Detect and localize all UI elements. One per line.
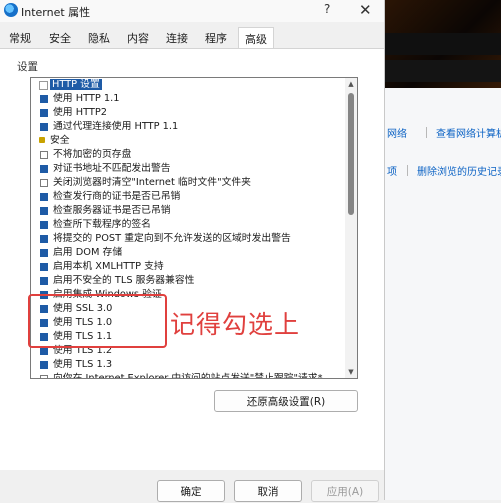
settings-option[interactable]: 启用不安全的 TLS 服务器兼容性: [31, 274, 343, 288]
option-checkbox[interactable]: [40, 277, 48, 285]
link-separator: [426, 127, 427, 138]
tab-advanced[interactable]: 高级: [238, 27, 274, 48]
option-label: 使用 TLS 1.3: [53, 359, 113, 370]
option-checkbox[interactable]: [40, 319, 48, 327]
option-checkbox[interactable]: [40, 221, 48, 229]
option-label: 使用 HTTP 1.1: [53, 93, 120, 104]
option-label: 将提交的 POST 重定向到不允许发送的区域时发出警告: [53, 233, 291, 244]
close-button[interactable]: ✕: [359, 1, 372, 19]
background-window-header: [385, 0, 501, 88]
cancel-button[interactable]: 取消: [234, 480, 302, 502]
help-button[interactable]: ?: [324, 2, 330, 16]
option-checkbox[interactable]: [40, 123, 48, 131]
option-checkbox[interactable]: [40, 179, 48, 187]
scroll-thumb[interactable]: [348, 93, 354, 215]
option-checkbox[interactable]: [40, 347, 48, 355]
option-checkbox[interactable]: [40, 151, 48, 159]
settings-option[interactable]: 使用 HTTP2: [31, 106, 343, 120]
tab-privacy[interactable]: 隐私: [88, 30, 110, 46]
tab-general[interactable]: 常规: [9, 30, 31, 46]
option-label: 启用本机 XMLHTTP 支持: [53, 261, 164, 272]
settings-option[interactable]: 将提交的 POST 重定向到不允许发送的区域时发出警告: [31, 232, 343, 246]
option-label: 启用 DOM 存储: [53, 247, 123, 258]
option-label: 向你在 Internet Explorer 中访问的站点发送"禁止跟踪"请求*: [53, 373, 323, 379]
settings-option[interactable]: 启用集成 Windows 验证: [31, 288, 343, 302]
bg-link-delete-history[interactable]: 删除浏览的历史记录: [417, 163, 501, 178]
tab-bar: 常规 安全 隐私 内容 连接 程序 高级: [0, 27, 384, 49]
scroll-up-arrow-icon[interactable]: ▲: [347, 80, 355, 88]
settings-option[interactable]: 关闭浏览器时清空"Internet 临时文件"文件夹: [31, 176, 343, 190]
tab-connections[interactable]: 连接: [166, 30, 188, 46]
option-label: 检查发行商的证书是否已吊销: [53, 191, 181, 202]
settings-category[interactable]: 安全: [31, 134, 343, 148]
settings-option[interactable]: 检查服务器证书是否已吊销: [31, 204, 343, 218]
ok-button[interactable]: 确定: [157, 480, 225, 502]
tab-content[interactable]: 内容: [127, 30, 149, 46]
option-label: 检查服务器证书是否已吊销: [53, 205, 171, 216]
settings-category[interactable]: HTTP 设置: [31, 78, 343, 92]
option-label: 启用不安全的 TLS 服务器兼容性: [53, 275, 195, 286]
background-window-body: [385, 88, 501, 500]
bg-link-network[interactable]: 网络: [387, 125, 407, 140]
settings-option[interactable]: 对证书地址不匹配发出警告: [31, 162, 343, 176]
settings-option[interactable]: 使用 TLS 1.2: [31, 344, 343, 358]
background-bar: [385, 60, 501, 82]
apply-button[interactable]: 应用(A): [311, 480, 379, 502]
option-checkbox[interactable]: [40, 333, 48, 341]
title-bar[interactable]: Internet 属性 ? ✕: [0, 0, 384, 22]
settings-option[interactable]: 不将加密的页存盘: [31, 148, 343, 162]
settings-option[interactable]: 启用 DOM 存储: [31, 246, 343, 260]
option-checkbox[interactable]: [40, 291, 48, 299]
bg-link-view-computers[interactable]: 查看网络计算机: [436, 125, 501, 140]
settings-option[interactable]: 启用本机 XMLHTTP 支持: [31, 260, 343, 274]
option-label: 使用 TLS 1.0: [53, 317, 113, 328]
background-bar: [385, 33, 501, 55]
option-label: 使用 TLS 1.1: [53, 331, 113, 342]
option-label: 对证书地址不匹配发出警告: [53, 163, 171, 174]
option-checkbox[interactable]: [40, 249, 48, 257]
link-separator: [407, 165, 408, 176]
option-label: 关闭浏览器时清空"Internet 临时文件"文件夹: [53, 177, 251, 188]
settings-option[interactable]: 向你在 Internet Explorer 中访问的站点发送"禁止跟踪"请求*: [31, 372, 343, 379]
dialog-footer: 确定 取消 应用(A): [0, 470, 384, 502]
page-icon: [39, 81, 48, 90]
internet-properties-dialog: Internet 属性 ? ✕ 常规 安全 隐私 内容 连接 程序 高级 设置 …: [0, 0, 385, 502]
internet-explorer-icon: [4, 3, 18, 17]
annotation-text: 记得勾选上: [170, 310, 301, 339]
vertical-scrollbar[interactable]: ▲ ▼: [345, 78, 357, 378]
option-checkbox[interactable]: [40, 263, 48, 271]
tab-programs[interactable]: 程序: [205, 30, 227, 46]
option-label: 安全: [50, 135, 70, 146]
option-checkbox[interactable]: [40, 165, 48, 173]
tab-security[interactable]: 安全: [49, 30, 71, 46]
settings-option[interactable]: 检查所下载程序的签名: [31, 218, 343, 232]
option-label: 使用 HTTP2: [53, 107, 108, 118]
option-label: 不将加密的页存盘: [53, 149, 132, 160]
settings-option[interactable]: 通过代理连接使用 HTTP 1.1: [31, 120, 343, 134]
settings-option[interactable]: 使用 TLS 1.3: [31, 358, 343, 372]
option-label: 使用 TLS 1.2: [53, 345, 113, 356]
window-title: Internet 属性: [21, 6, 91, 19]
option-checkbox[interactable]: [40, 207, 48, 215]
option-label: HTTP 设置: [50, 79, 102, 90]
option-checkbox[interactable]: [40, 109, 48, 117]
option-checkbox[interactable]: [40, 235, 48, 243]
option-label: 检查所下载程序的签名: [53, 219, 151, 230]
settings-option[interactable]: 检查发行商的证书是否已吊销: [31, 190, 343, 204]
option-label: 使用 SSL 3.0: [53, 303, 113, 314]
scroll-down-arrow-icon[interactable]: ▼: [347, 368, 355, 376]
advanced-tab-panel: 设置 HTTP 设置使用 HTTP 1.1 使用 HTTP2 通过代理连接使用 HT…: [0, 49, 384, 500]
restore-advanced-settings-button[interactable]: 还原高级设置(R): [214, 390, 358, 412]
option-checkbox[interactable]: [40, 193, 48, 201]
settings-group-label: 设置: [17, 61, 38, 73]
lock-icon: [39, 137, 45, 143]
settings-option[interactable]: 使用 HTTP 1.1: [31, 92, 343, 106]
bg-link-item[interactable]: 项: [387, 163, 397, 178]
option-checkbox[interactable]: [40, 361, 48, 369]
option-checkbox[interactable]: [40, 305, 48, 313]
option-checkbox[interactable]: [40, 375, 48, 378]
option-label: 启用集成 Windows 验证: [53, 289, 162, 300]
option-checkbox[interactable]: [40, 95, 48, 103]
option-label: 通过代理连接使用 HTTP 1.1: [53, 121, 179, 132]
